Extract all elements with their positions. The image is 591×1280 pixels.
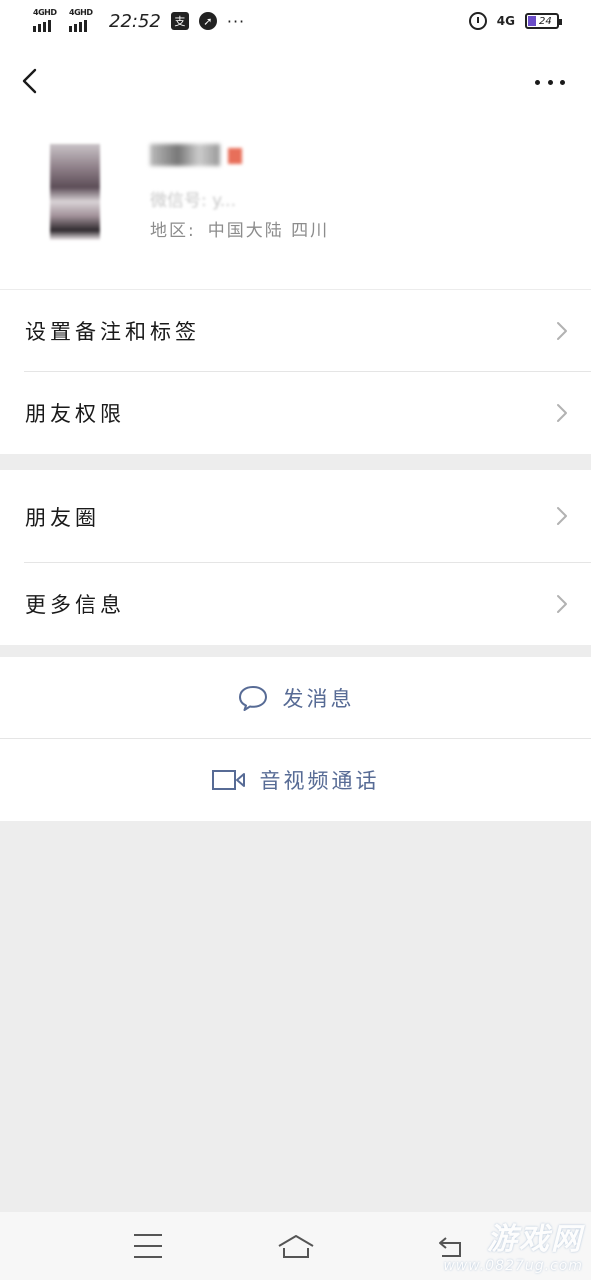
contact-name-redacted	[150, 144, 220, 166]
avatar[interactable]	[50, 144, 100, 240]
chevron-right-icon	[557, 595, 567, 613]
friend-permissions-item[interactable]: 朋友权限	[0, 372, 591, 454]
compass-notification-icon: ➚	[198, 12, 217, 30]
contact-profile-card[interactable]: 微信号: y... 地区: 中国大陆 四川	[0, 118, 591, 289]
chevron-left-icon	[22, 68, 37, 94]
menu-item-label: 设置备注和标签	[25, 320, 200, 344]
sim2-label: 4GHD	[69, 8, 93, 17]
chevron-right-icon	[557, 322, 567, 340]
menu-item-label: 朋友圈	[25, 505, 100, 530]
status-time: 22:52	[109, 10, 161, 32]
chevron-right-icon	[557, 404, 567, 422]
status-bar: 4GHD 4GHD 22:52 支 ➚ ··· 4G 24	[0, 0, 591, 44]
menu-item-label: 朋友权限	[25, 402, 125, 426]
back-button[interactable]	[18, 66, 48, 96]
menu-icon	[134, 1234, 162, 1236]
watermark-url: www.0827ug.com	[443, 1258, 583, 1274]
alipay-notification-icon: 支	[170, 12, 189, 30]
region-label: 地区:	[150, 221, 196, 241]
region-value: 中国大陆 四川	[207, 221, 330, 241]
region: 地区: 中国大陆 四川	[150, 216, 329, 241]
more-horizontal-icon	[535, 79, 540, 85]
menu-group-info: 朋友圈 更多信息	[0, 470, 591, 645]
signal-sim2-icon: 4GHD	[69, 8, 95, 32]
network-type: 4G	[496, 14, 515, 28]
alarm-icon	[468, 12, 487, 30]
top-nav	[0, 44, 591, 118]
menu-group-settings: 设置备注和标签 朋友权限	[0, 289, 591, 454]
sim1-label: 4GHD	[33, 8, 57, 17]
site-watermark: 游戏网 www.0827ug.com	[443, 1214, 583, 1274]
voice-video-call-button[interactable]: 音视频通话	[0, 739, 591, 821]
more-notifications-icon: ···	[226, 11, 246, 31]
chat-bubble-icon	[238, 686, 267, 711]
menu-button[interactable]	[134, 1234, 162, 1258]
battery-level: 24	[539, 15, 552, 27]
wechat-id: 微信号: y...	[150, 191, 236, 211]
action-group: 发消息 音视频通话	[0, 657, 591, 821]
signal-sim1-icon: 4GHD	[33, 8, 59, 32]
watermark-title: 游戏网	[487, 1222, 583, 1257]
send-message-button[interactable]: 发消息	[0, 657, 591, 739]
home-icon	[278, 1235, 314, 1258]
send-message-label: 发消息	[282, 687, 355, 711]
video-camera-icon	[211, 770, 245, 790]
moments-item[interactable]: 朋友圈	[0, 470, 591, 563]
menu-item-label: 更多信息	[25, 593, 125, 617]
more-options-button[interactable]	[535, 70, 565, 94]
home-button[interactable]	[276, 1232, 316, 1260]
system-nav-bar: 游戏网 www.0827ug.com	[0, 1212, 591, 1280]
battery-icon: 24	[525, 13, 562, 29]
voice-video-call-label: 音视频通话	[259, 769, 380, 793]
chevron-right-icon	[557, 507, 567, 525]
gender-icon	[228, 148, 242, 164]
set-remark-and-tags-item[interactable]: 设置备注和标签	[0, 290, 591, 372]
more-info-item[interactable]: 更多信息	[0, 563, 591, 645]
